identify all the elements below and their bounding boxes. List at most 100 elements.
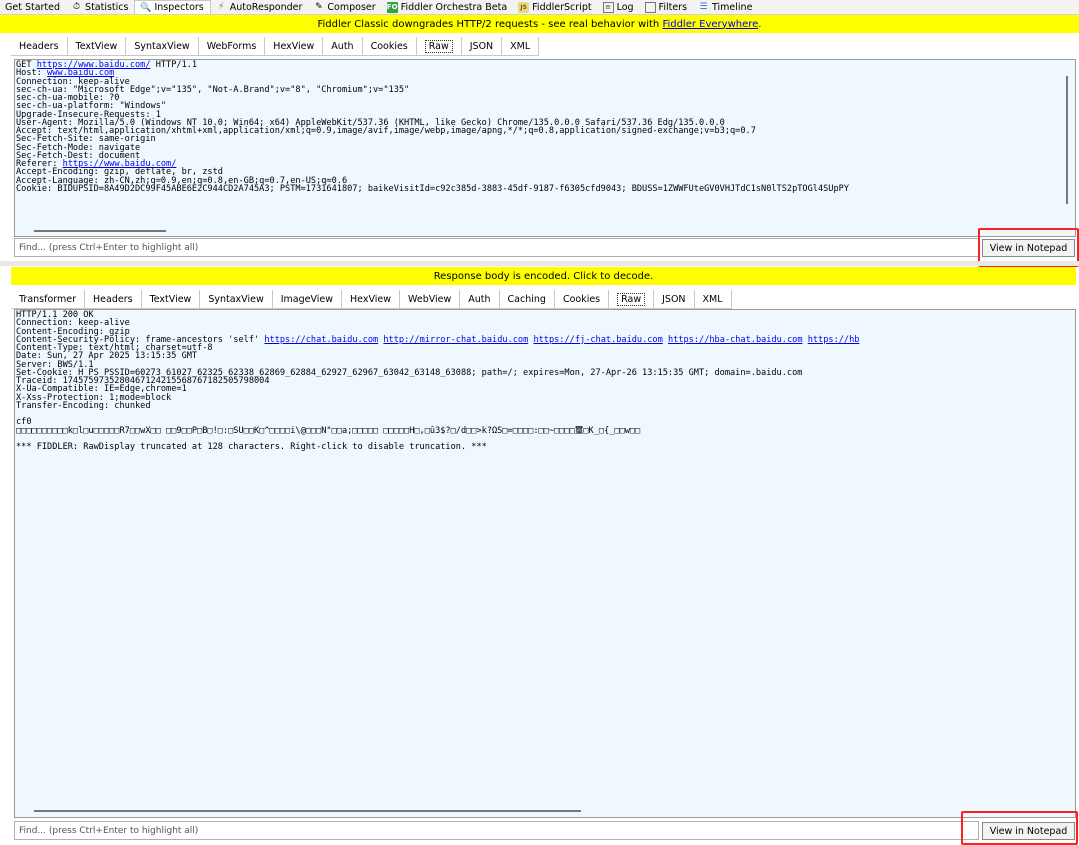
text-line: *** FIDDLER: RawDisplay truncated at 128… [16,442,1075,452]
checkbox-icon [644,1,656,13]
top-tab-fiddlerscript[interactable]: JS FiddlerScript [513,0,597,14]
text-line: □□□□□□□□□□k□l□u□□□□□R7□□wX□□ □□9□□P□B□!□… [16,425,1075,436]
top-tab-label: Log [616,1,634,13]
top-tab-autoresponder[interactable]: ⚡ AutoResponder [211,0,309,14]
url-link[interactable]: https://chat.baidu.com [264,335,378,345]
text-line: Sec-Fetch-Mode: navigate [16,143,1075,152]
response-tab-xml[interactable]: XML [694,290,732,308]
highlight-box [961,811,1078,845]
request-tab-textview[interactable]: TextView [67,37,127,55]
top-tab-label: Filters [658,1,688,13]
text-line: Accept: text/html,application/xhtml+xml,… [16,127,1075,136]
request-tab-json[interactable]: JSON [461,37,503,55]
request-tab-syntaxview[interactable]: SyntaxView [126,37,199,55]
text-line: Date: Sun, 27 Apr 2025 13:15:35 GMT [16,352,1075,361]
top-tab-fiddler-orchestra-beta[interactable]: FO Fiddler Orchestra Beta [382,0,513,14]
text-segment: Cookie: BIDUPSID=8A49D2DC99F45ABE6E2C944… [16,183,849,194]
text-segment: HTTP/1.1 [150,60,198,70]
request-vertical-scrollbar[interactable] [1062,60,1075,236]
text-line [16,410,1075,418]
response-tab-syntaxview[interactable]: SyntaxView [200,290,273,308]
inspectors-icon: 🔍 [140,2,152,13]
url-link[interactable]: https://hba-chat.baidu.com [668,335,803,345]
js-icon: JS [518,1,530,13]
text-line: sec-ch-ua-platform: "Windows" [16,102,1075,111]
top-tab-label: Get Started [5,1,61,13]
response-tab-auth[interactable]: Auth [460,290,500,308]
response-find-input[interactable]: Find... (press Ctrl+Enter to highlight a… [15,826,978,836]
top-tab-label: Fiddler Orchestra Beta [400,1,508,13]
top-tab-composer[interactable]: ✎ Composer [308,0,381,14]
request-tab-headers[interactable]: Headers [11,37,68,55]
request-tab-webforms[interactable]: WebForms [198,37,266,55]
lightning-icon: ⚡ [218,2,225,12]
request-vscroll-thumb[interactable] [1066,76,1068,204]
text-line: Connection: keep-alive [16,319,1075,328]
top-tab-log[interactable]: ≡ Log [598,0,640,14]
http2-downgrade-banner[interactable]: Fiddler Classic downgrades HTTP/2 reques… [0,15,1079,33]
request-find-bar[interactable]: Find... (press Ctrl+Enter to highlight a… [14,238,979,257]
response-hscroll-thumb[interactable] [34,810,581,812]
main-tab-strip: Get Started ⏱ Statistics 🔍 Inspectors ⚡ AutoRe… [0,0,1079,15]
stopwatch-icon: ⏱ [73,2,81,12]
top-tab-label: AutoResponder [229,1,303,13]
text-line: Transfer-Encoding: chunked [16,400,1075,411]
composer-icon: ✎ [315,2,323,12]
top-tab-label: Composer [327,1,376,13]
text-line: X-Ua-Compatible: IE=Edge,chrome=1 [16,385,1075,394]
log-icon: ≡ [602,1,614,13]
fo-icon: FO [386,1,398,13]
timeline-icon: ☰ [699,2,708,12]
text-line: sec-ch-ua-mobile: ?0 [16,94,1075,103]
response-tab-transformer[interactable]: Transformer [11,290,86,308]
text-segment: *** FIDDLER: RawDisplay truncated at 128… [16,442,487,452]
request-inspector-tabs: Headers TextView SyntaxView WebForms HexView… [11,35,540,56]
response-tab-raw[interactable]: Raw [609,290,655,308]
response-inspector-tabs: Transformer Headers TextView SyntaxView Imag… [11,288,732,309]
response-raw-text[interactable]: HTTP/1.1 200 OK Connection: keep-alive Con… [14,309,1076,818]
top-tab-statistics[interactable]: ⏱ Statistics [66,0,134,14]
request-tab-raw[interactable]: Raw [416,37,462,55]
response-tab-cookies[interactable]: Cookies [554,290,610,308]
response-tab-textview[interactable]: TextView [141,290,201,308]
response-tab-imageview[interactable]: ImageView [272,290,343,308]
top-tab-get-started[interactable]: Get Started [0,0,66,14]
request-hscroll-thumb[interactable] [34,230,166,232]
response-tab-hexview[interactable]: HexView [342,290,401,308]
top-tab-timeline[interactable]: ☰ Timeline [693,0,758,14]
text-line: sec-ch-ua: "Microsoft Edge";v="135", "No… [16,85,1075,94]
request-find-input[interactable]: Find... (press Ctrl+Enter to highlight a… [15,243,978,253]
top-tab-filters[interactable]: Filters [640,0,693,14]
url-link[interactable]: https://fj-chat.baidu.com [533,335,662,345]
url-link[interactable]: https://hb [808,335,860,345]
text-line: Host: www.baidu.com [16,69,1075,78]
banner-text: Fiddler Classic downgrades HTTP/2 reques… [317,18,660,30]
top-tab-label: Inspectors [154,2,204,13]
url-link[interactable]: http://mirror-chat.baidu.com [383,335,528,345]
response-tab-caching[interactable]: Caching [499,290,555,308]
top-tab-label: Statistics [85,1,129,13]
request-tab-auth[interactable]: Auth [323,37,363,55]
splitter[interactable] [0,261,1079,266]
request-tab-xml[interactable]: XML [502,37,540,55]
response-tab-webview[interactable]: WebView [400,290,461,308]
text-line: GET https://www.baidu.com/ HTTP/1.1 [16,60,1075,70]
response-banner-text[interactable]: Response body is encoded. Click to decod… [434,271,654,282]
text-line: HTTP/1.1 200 OK [16,311,1075,320]
text-line: X-Xss-Protection: 1;mode=block [16,393,1075,402]
request-tab-hexview[interactable]: HexView [265,37,324,55]
top-tab-inspectors[interactable]: 🔍 Inspectors [134,0,211,14]
request-tab-cookies[interactable]: Cookies [362,37,417,55]
top-tab-label: Timeline [712,1,753,13]
request-raw-text[interactable]: GET https://www.baidu.com/ HTTP/1.1 Host:… [14,59,1076,237]
text-line: Cookie: BIDUPSID=8A49D2DC99F45ABE6E2C944… [16,183,1075,194]
text-line: Sec-Fetch-Site: same-origin [16,135,1075,144]
response-tab-json[interactable]: JSON [654,290,695,308]
response-find-bar[interactable]: Find... (press Ctrl+Enter to highlight a… [14,821,979,840]
top-tab-label: FiddlerScript [532,1,592,13]
text-segment: Transfer-Encoding: chunked [16,400,151,411]
response-encoded-banner[interactable]: Response body is encoded. Click to decod… [11,267,1076,285]
response-tab-headers[interactable]: Headers [85,290,142,308]
fiddler-everywhere-link[interactable]: Fiddler Everywhere [662,19,758,30]
text-segment: □□□□□□□□□□k□l□u□□□□□R7□□wX□□ □□9□□P□B□!□… [16,425,641,436]
